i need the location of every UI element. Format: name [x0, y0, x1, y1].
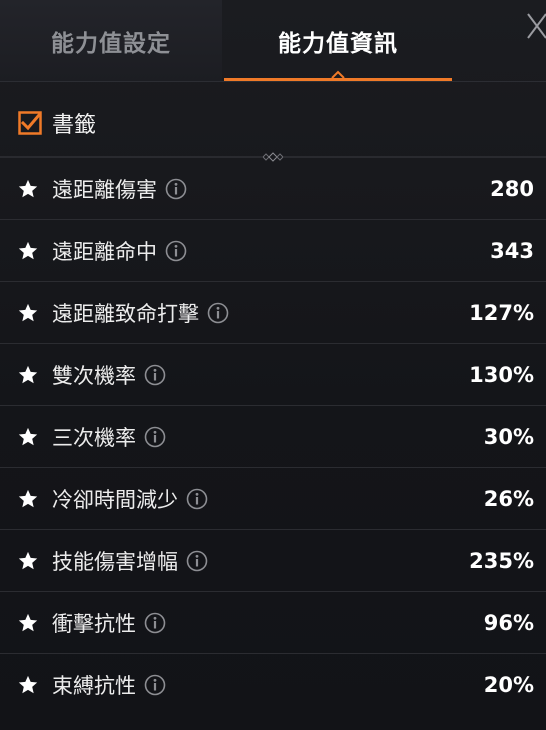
stat-value: 235% — [469, 548, 534, 573]
star-icon[interactable] — [17, 550, 39, 572]
active-tab-caret-icon — [331, 70, 345, 79]
info-icon[interactable] — [207, 302, 229, 324]
stat-name: 衝擊抗性 — [52, 611, 136, 636]
stat-row-impact-resistance[interactable]: 衝擊抗性 96% — [0, 592, 546, 654]
stat-row-ranged-critical[interactable]: 遠距離致命打擊 127% — [0, 282, 546, 344]
info-icon[interactable] — [165, 178, 187, 200]
stat-value: 127% — [469, 300, 534, 325]
info-icon[interactable] — [186, 488, 208, 510]
star-icon[interactable] — [17, 488, 39, 510]
stat-value: 30% — [483, 424, 534, 449]
stat-name: 三次機率 — [52, 425, 136, 450]
stat-list: 遠距離傷害 280 遠距離命中 343 遠距離致命打擊 127% 雙次機率 13… — [0, 158, 546, 716]
stats-panel: 能力值設定 能力值資訊 書籤 遠距離傷害 280 遠距離命中 343 遠距離致命… — [0, 0, 546, 730]
stat-value: 343 — [490, 238, 534, 263]
tabs-divider — [0, 81, 546, 82]
info-icon[interactable] — [186, 550, 208, 572]
stat-name: 遠距離命中 — [52, 239, 157, 264]
stat-value: 96% — [483, 610, 534, 635]
info-icon[interactable] — [144, 364, 166, 386]
close-icon[interactable] — [516, 8, 546, 48]
stat-row-skill-damage-boost[interactable]: 技能傷害增幅 235% — [0, 530, 546, 592]
bookmark-row[interactable]: 書籤 — [0, 92, 546, 154]
stat-row-double-chance[interactable]: 雙次機率 130% — [0, 344, 546, 406]
info-icon[interactable] — [144, 612, 166, 634]
star-icon[interactable] — [17, 178, 39, 200]
stat-value: 20% — [483, 673, 534, 697]
stat-value: 130% — [469, 362, 534, 387]
info-icon[interactable] — [144, 674, 166, 696]
stat-row-bind-resistance[interactable]: 束縛抗性 20% — [0, 654, 546, 716]
stat-value: 26% — [483, 486, 534, 511]
bookmark-label: 書籤 — [52, 113, 97, 138]
stat-row-triple-chance[interactable]: 三次機率 30% — [0, 406, 546, 468]
tab-stat-settings[interactable]: 能力值設定 — [0, 0, 222, 82]
star-icon[interactable] — [17, 240, 39, 262]
stat-row-ranged-accuracy[interactable]: 遠距離命中 343 — [0, 220, 546, 282]
star-icon[interactable] — [17, 364, 39, 386]
stat-name: 冷卻時間減少 — [52, 487, 178, 512]
star-icon[interactable] — [17, 612, 39, 634]
stat-value: 280 — [490, 176, 534, 201]
tab-bar: 能力值設定 能力值資訊 — [0, 0, 546, 82]
stat-name: 遠距離傷害 — [52, 177, 157, 202]
stat-row-ranged-damage[interactable]: 遠距離傷害 280 — [0, 158, 546, 220]
stat-name: 遠距離致命打擊 — [52, 301, 199, 326]
star-icon[interactable] — [17, 426, 39, 448]
star-icon[interactable] — [17, 302, 39, 324]
stat-name: 技能傷害增幅 — [52, 549, 178, 574]
stat-name: 束縛抗性 — [52, 674, 136, 698]
stat-name: 雙次機率 — [52, 363, 136, 388]
star-icon[interactable] — [17, 674, 39, 696]
info-icon[interactable] — [144, 426, 166, 448]
info-icon[interactable] — [165, 240, 187, 262]
stat-row-cooldown-reduction[interactable]: 冷卻時間減少 26% — [0, 468, 546, 530]
bookmark-checkbox[interactable] — [18, 111, 42, 135]
